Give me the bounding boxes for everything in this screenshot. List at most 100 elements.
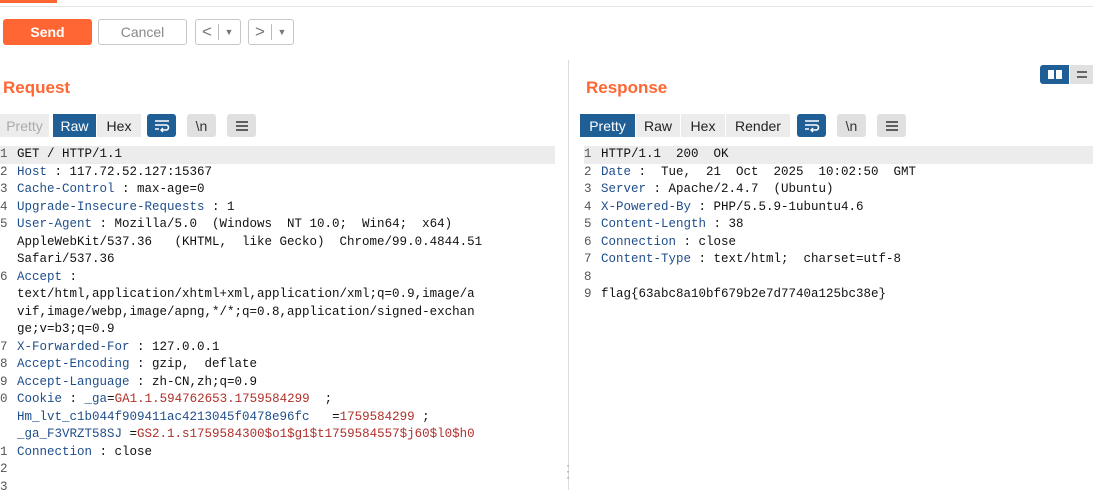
header-value: text/html,application/xhtml+xml,applicat… bbox=[17, 287, 475, 301]
code-line[interactable]: 6Connection : close bbox=[584, 234, 1093, 252]
line-number: 8 bbox=[0, 356, 11, 374]
line-number: 9 bbox=[584, 286, 595, 304]
header-name: Date bbox=[601, 165, 631, 179]
layout-toggle[interactable] bbox=[1040, 65, 1093, 84]
code-line[interactable]: 1HTTP/1.1 200 OK bbox=[584, 146, 1093, 164]
code-line[interactable]: Safari/537.36 bbox=[0, 251, 555, 269]
line-number: 5 bbox=[584, 216, 595, 234]
header-value: HTTP/1.1 200 OK bbox=[601, 147, 729, 161]
code-line[interactable]: 2 bbox=[0, 461, 555, 479]
header-name: Cache-Control bbox=[17, 182, 115, 196]
request-editor[interactable]: 1 GET / HTTP/1.12Host : 117.72.52.127:153… bbox=[0, 146, 555, 496]
line-content: Content-Type : text/html; charset=utf-8 bbox=[601, 251, 901, 269]
layout-stack-icon bbox=[1076, 69, 1088, 80]
resize-handle[interactable]: ··· bbox=[566, 462, 570, 480]
request-tab-pretty[interactable]: Pretty bbox=[0, 114, 49, 137]
header-value: ge;v=b3;q=0.9 bbox=[17, 322, 115, 336]
code-line[interactable]: 2Host : 117.72.52.127:15367 bbox=[0, 164, 555, 182]
panel-divider[interactable] bbox=[568, 60, 569, 490]
code-line[interactable]: 1 GET / HTTP/1.1 bbox=[0, 146, 555, 164]
line-content: vif,image/webp,image/apng,*/*;q=0.8,appl… bbox=[17, 304, 475, 322]
code-line[interactable]: 9Accept-Language : zh-CN,zh;q=0.9 bbox=[0, 374, 555, 392]
code-line[interactable]: vif,image/webp,image/apng,*/*;q=0.8,appl… bbox=[0, 304, 555, 322]
cookie-value: GA1.1.594762653.1759584299 bbox=[115, 392, 310, 406]
wrap-lines-button[interactable] bbox=[797, 114, 826, 137]
code-line[interactable]: _ga_F3VRZT58SJ =GS2.1.s1759584300$o1$g1$… bbox=[0, 426, 555, 444]
line-content: Accept : bbox=[17, 269, 77, 287]
newline-label: \n bbox=[846, 118, 858, 134]
code-line[interactable]: 3 Cache-Control : max-age=0 bbox=[0, 181, 555, 199]
line-content: Accept-Language : zh-CN,zh;q=0.9 bbox=[17, 374, 257, 392]
header-name: Content-Type bbox=[601, 252, 691, 266]
header-value: : max-age=0 bbox=[115, 182, 205, 196]
line-content: HTTP/1.1 200 OK bbox=[601, 146, 729, 164]
show-newlines-button[interactable]: \n bbox=[187, 114, 216, 137]
header-name: Accept bbox=[17, 270, 62, 284]
dropdown-arrow-icon[interactable]: ▼ bbox=[219, 27, 239, 37]
layout-stack-button[interactable] bbox=[1070, 65, 1093, 84]
code-line[interactable]: 2Date : Tue, 21 Oct 2025 10:02:50 GMT bbox=[584, 164, 1093, 182]
menu-button[interactable] bbox=[877, 114, 906, 137]
code-line[interactable]: Hm_lvt_c1b044f909411ac4213045f0478e96fc … bbox=[0, 409, 555, 427]
line-number: 2 bbox=[0, 461, 11, 479]
code-line[interactable]: 3 bbox=[0, 479, 555, 496]
code-line[interactable]: AppleWebKit/537.36 (KHTML, like Gecko) C… bbox=[0, 234, 555, 252]
header-value: = bbox=[310, 410, 340, 424]
line-number: 8 bbox=[584, 269, 595, 287]
line-content: X-Forwarded-For : 127.0.0.1 bbox=[17, 339, 220, 357]
response-editor[interactable]: 1HTTP/1.1 200 OK2Date : Tue, 21 Oct 2025… bbox=[584, 146, 1093, 304]
response-tab-pretty[interactable]: Pretty bbox=[580, 114, 635, 137]
cancel-button[interactable]: Cancel bbox=[98, 19, 187, 45]
code-line[interactable]: 1Connection : close bbox=[0, 444, 555, 462]
code-line[interactable]: ge;v=b3;q=0.9 bbox=[0, 321, 555, 339]
header-name: _ga_F3VRZT58SJ bbox=[17, 427, 122, 441]
active-tab-indicator bbox=[0, 0, 57, 3]
dropdown-arrow-icon[interactable]: ▼ bbox=[272, 27, 292, 37]
code-line[interactable]: text/html,application/xhtml+xml,applicat… bbox=[0, 286, 555, 304]
line-number: 3 bbox=[0, 181, 11, 199]
header-value: : Tue, 21 Oct 2025 10:02:50 GMT bbox=[631, 165, 916, 179]
line-content: AppleWebKit/537.36 (KHTML, like Gecko) C… bbox=[17, 234, 482, 252]
send-button[interactable]: Send bbox=[3, 19, 92, 45]
code-line[interactable]: 4X-Powered-By : PHP/5.5.9-1ubuntu4.6 bbox=[584, 199, 1093, 217]
line-content: Upgrade-Insecure-Requests : 1 bbox=[17, 199, 235, 217]
header-value: = bbox=[107, 392, 115, 406]
line-number: 3 bbox=[0, 479, 11, 496]
back-button[interactable]: < ▼ bbox=[195, 19, 241, 45]
code-line[interactable]: 8Accept-Encoding : gzip, deflate bbox=[0, 356, 555, 374]
line-content: Hm_lvt_c1b044f909411ac4213045f0478e96fc … bbox=[17, 409, 430, 427]
response-tab-raw[interactable]: Raw bbox=[636, 114, 680, 137]
code-line[interactable]: 7Content-Type : text/html; charset=utf-8 bbox=[584, 251, 1093, 269]
code-line[interactable]: 0Cookie : _ga=GA1.1.594762653.1759584299… bbox=[0, 391, 555, 409]
code-line[interactable]: 5User-Agent : Mozilla/5.0 (Windows NT 10… bbox=[0, 216, 555, 234]
code-line[interactable]: 7X-Forwarded-For : 127.0.0.1 bbox=[0, 339, 555, 357]
code-line[interactable]: 8 bbox=[584, 269, 1093, 287]
request-tab-raw[interactable]: Raw bbox=[53, 114, 96, 137]
code-line[interactable]: 5Content-Length : 38 bbox=[584, 216, 1093, 234]
code-line[interactable]: 9flag{63abc8a10bf679b2e7d7740a125bc38e} bbox=[584, 286, 1093, 304]
line-content: Cookie : _ga=GA1.1.594762653.1759584299 … bbox=[17, 391, 332, 409]
code-line[interactable]: 6Accept : bbox=[0, 269, 555, 287]
response-tab-hex[interactable]: Hex bbox=[681, 114, 725, 137]
wrap-lines-icon bbox=[154, 119, 170, 133]
layout-split-button[interactable] bbox=[1040, 65, 1069, 84]
wrap-lines-button[interactable] bbox=[147, 114, 176, 137]
top-tab-strip bbox=[0, 0, 1093, 7]
chevron-left-icon: < bbox=[196, 22, 218, 42]
header-name: X-Forwarded-For bbox=[17, 340, 130, 354]
response-tab-render[interactable]: Render bbox=[726, 114, 790, 137]
code-line[interactable]: 4 Upgrade-Insecure-Requests : 1 bbox=[0, 199, 555, 217]
header-name: User-Agent bbox=[17, 217, 92, 231]
wrap-lines-icon bbox=[804, 119, 820, 133]
header-name: Connection bbox=[17, 445, 92, 459]
header-value: = bbox=[122, 427, 137, 441]
line-number: 4 bbox=[0, 199, 11, 217]
chevron-right-icon: > bbox=[249, 22, 271, 42]
show-newlines-button[interactable]: \n bbox=[837, 114, 866, 137]
request-tab-hex[interactable]: Hex bbox=[97, 114, 141, 137]
line-content: GET / HTTP/1.1 bbox=[17, 146, 122, 164]
line-number: 1 bbox=[0, 146, 11, 164]
forward-button[interactable]: > ▼ bbox=[248, 19, 294, 45]
menu-button[interactable] bbox=[227, 114, 256, 137]
code-line[interactable]: 3Server : Apache/2.4.7 (Ubuntu) bbox=[584, 181, 1093, 199]
